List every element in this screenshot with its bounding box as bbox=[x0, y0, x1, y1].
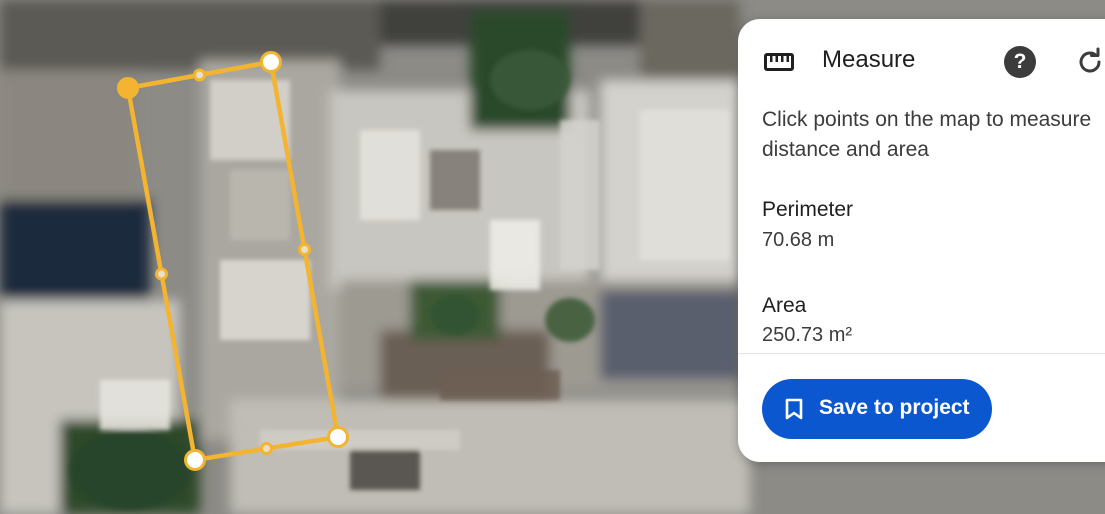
save-button-label: Save to project bbox=[819, 396, 970, 419]
vertex-handle[interactable] bbox=[117, 77, 139, 99]
help-icon[interactable]: ? bbox=[1004, 46, 1036, 78]
midpoint-handle[interactable] bbox=[298, 243, 311, 256]
midpoint-handle[interactable] bbox=[260, 442, 273, 455]
midpoint-handle[interactable] bbox=[155, 267, 168, 281]
instructions-text: Click points on the map to measure dista… bbox=[762, 108, 1092, 161]
measured-area-outline[interactable] bbox=[125, 59, 341, 463]
ruler-icon bbox=[764, 53, 794, 71]
bookmark-icon bbox=[785, 398, 803, 420]
vertex-handle[interactable] bbox=[184, 449, 206, 471]
panel-footer: Save to project bbox=[738, 353, 1105, 462]
area-value: 250.73 m² bbox=[762, 324, 853, 346]
midpoint-handle[interactable] bbox=[193, 68, 206, 82]
vertex-handle[interactable] bbox=[260, 51, 282, 73]
area-label: Area bbox=[762, 294, 807, 317]
perimeter-label: Perimeter bbox=[762, 198, 854, 221]
measure-panel: Measure ? Click points on the map to mea… bbox=[738, 19, 1105, 462]
vertex-handle[interactable] bbox=[327, 426, 349, 448]
panel-header: Measure ? bbox=[738, 19, 1105, 103]
reset-icon[interactable] bbox=[1074, 46, 1105, 78]
panel-title: Measure bbox=[822, 46, 916, 73]
help-glyph: ? bbox=[1013, 50, 1027, 73]
save-to-project-button[interactable]: Save to project bbox=[762, 379, 992, 439]
perimeter-value: 70.68 m bbox=[762, 229, 835, 251]
